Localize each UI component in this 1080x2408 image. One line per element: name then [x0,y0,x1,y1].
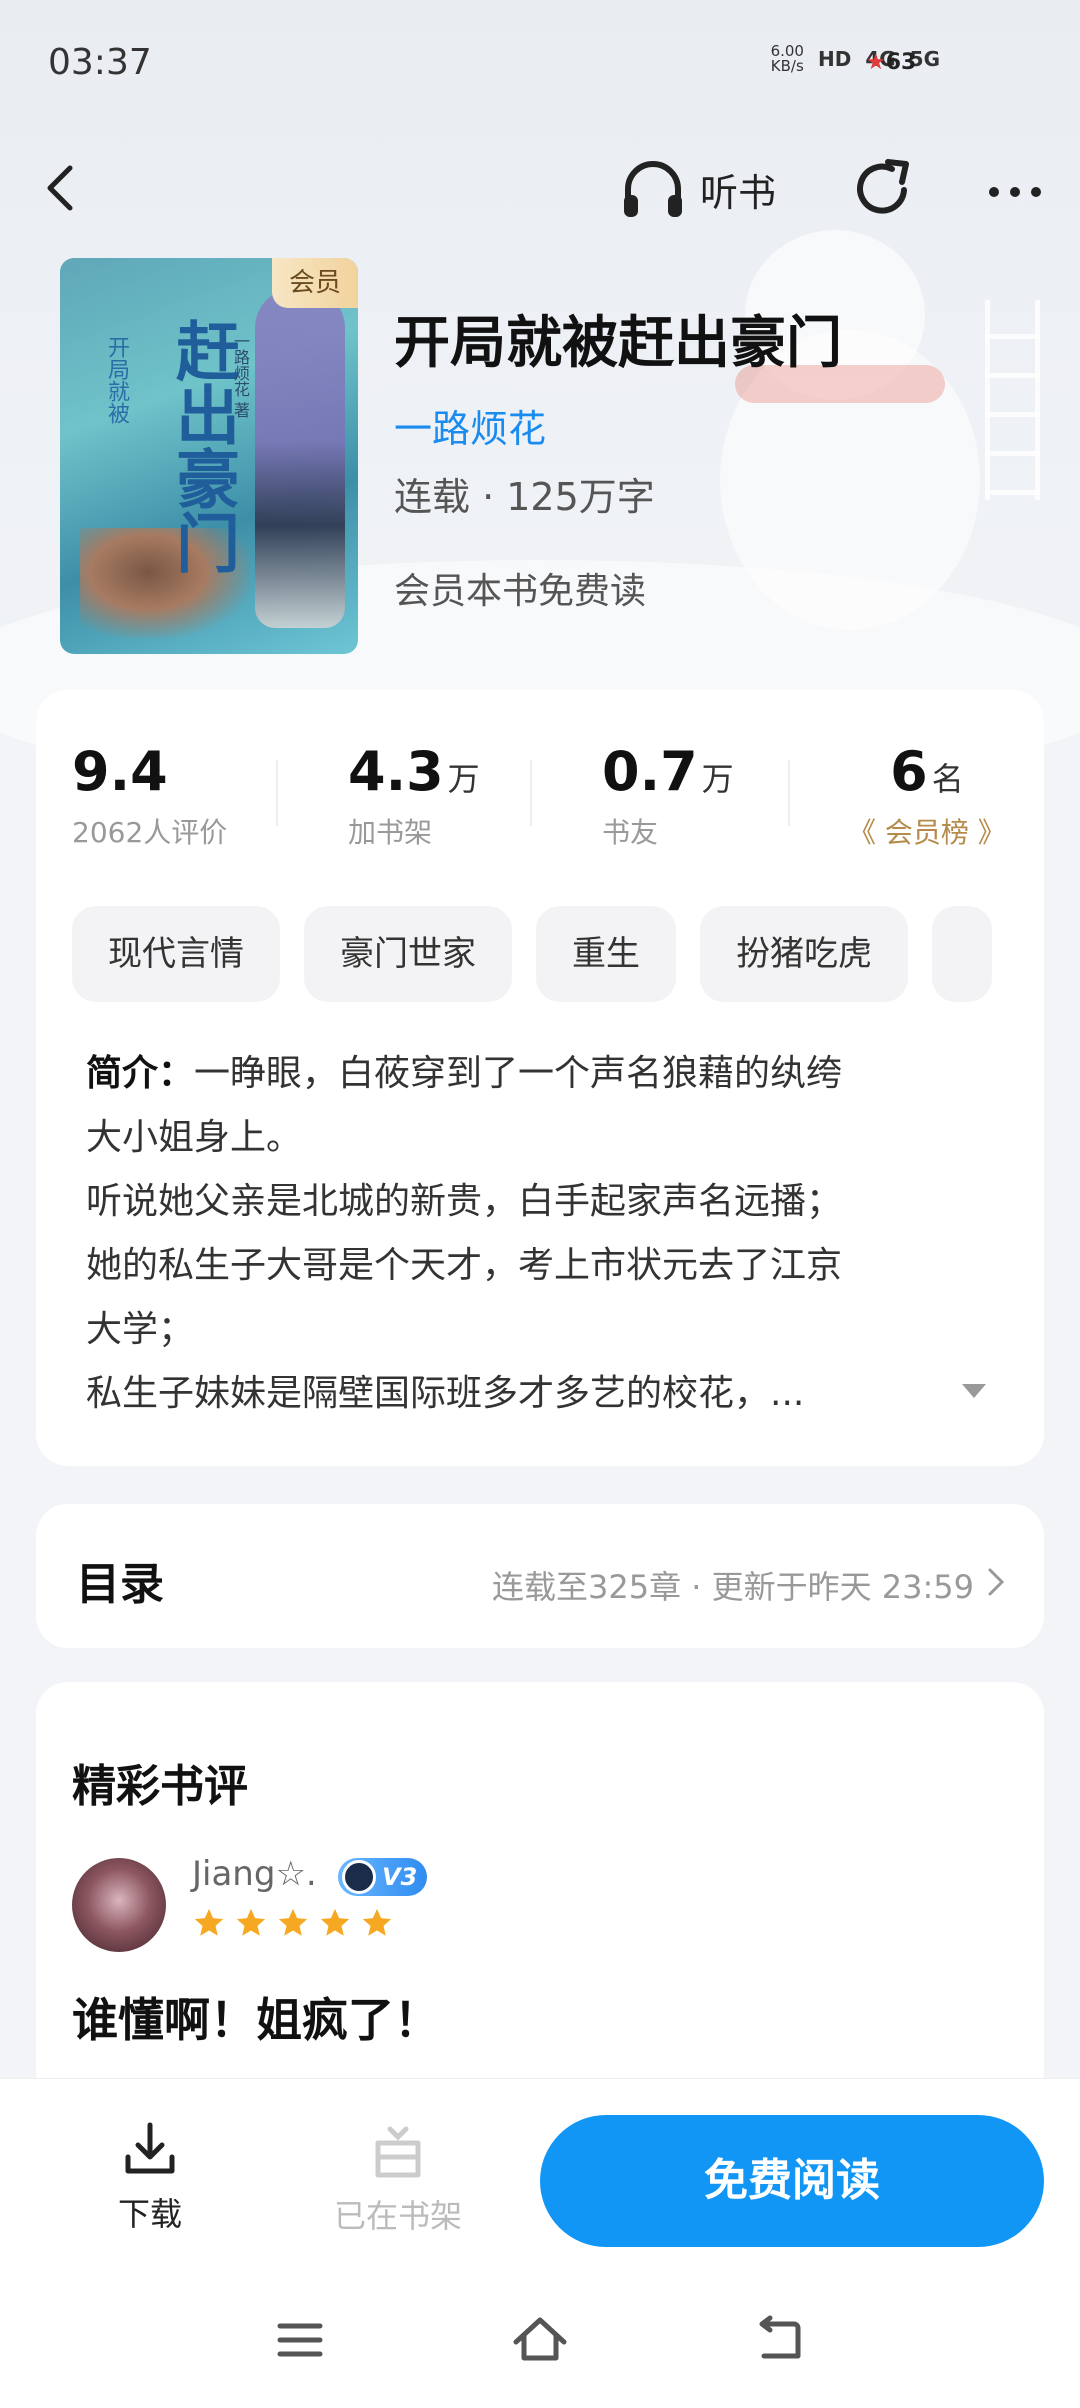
back-nav-icon[interactable] [750,2310,810,2370]
ladder-decoration [985,300,1040,500]
tag-item[interactable]: 扮猪吃虎 [700,906,908,1002]
book-title: 开局就被赶出豪门 [394,311,842,376]
share-icon [857,159,909,214]
divider [788,760,790,826]
cover-title: 赶出豪门 [165,318,240,574]
divider [530,760,532,826]
tag-item[interactable]: 现代言情 [72,906,280,1002]
more-dots-icon [989,187,1041,197]
synopsis[interactable]: 简介：一睁眼，白莜穿到了一个声名狼藉的纨绔 大小姐身上。 听说她父亲是北城的新贵… [86,1042,1006,1426]
bookshelf-button[interactable]: 已在书架 [318,2123,478,2237]
toc-title: 目录 [76,1559,164,1610]
rating-stars [192,1906,394,1940]
book-meta: 连载 · 125万字 [394,475,655,519]
bookshelf-icon [375,2126,421,2178]
chevron-right-icon [988,1568,1005,1596]
stats-row: 9.4 2062人评价 4.3 万 加书架 0.7 万 书友 6名 《 会员榜 》 [36,740,1044,860]
star-icon [194,1908,224,1936]
stat-ranking[interactable]: 6名 《 会员榜 》 [848,740,1006,851]
review-username[interactable]: Jiang☆. [192,1854,317,1894]
download-label: 下载 [117,2195,182,2233]
penguin-icon [342,1860,376,1894]
reviews-card: 精彩书评 Jiang☆. V3 谁懂啊！姐疯了！ [36,1682,1044,2102]
triangle-down-icon [962,1384,986,1398]
table-of-contents[interactable]: 目录 连载至325章 · 更新于昨天 23:59 [36,1504,1044,1648]
back-button[interactable] [36,158,86,218]
cover-illustration-boy [255,288,345,628]
reviews-title: 精彩书评 [72,1761,248,1812]
top-nav: 听书 [0,140,1080,240]
synopsis-label: 简介： [86,1053,195,1094]
book-cover[interactable]: 开局就被 赶出豪门 一路烦花 著 会员 [60,258,358,654]
cover-subtitle: 开局就被 [104,336,129,424]
cover-author: 一路烦花 著 [231,333,250,419]
battery-icon: ★ [866,50,886,75]
stat-shelf[interactable]: 4.3 万 加书架 [348,740,480,851]
share-button[interactable] [848,154,918,224]
genre-tags: 现代言情 豪门世家 重生 扮猪吃虎 [72,906,1044,1002]
star-icon [278,1908,308,1936]
system-navigation [0,2290,1080,2390]
toc-update-info: 连载至325章 · 更新于昨天 23:59 [492,1568,974,1606]
menu-icon[interactable] [270,2310,330,2370]
tag-item-overflow[interactable] [932,906,992,1002]
home-icon[interactable] [510,2310,570,2370]
listen-button[interactable]: 听书 [618,154,776,224]
vip-badge: 会员 [272,258,358,308]
download-button[interactable]: 下载 [90,2119,210,2235]
avatar[interactable] [72,1858,166,1952]
download-icon [125,2122,175,2174]
star-icon [362,1908,392,1936]
review-text[interactable]: 谁懂啊！姐疯了！ [72,1984,440,2050]
chevron-left-icon [47,165,73,211]
status-time: 03:37 [48,42,152,83]
author-link[interactable]: 一路烦花 [394,398,546,453]
user-level-badge: V3 [338,1858,428,1896]
battery-indicator: ★63 [866,50,917,75]
bookshelf-label: 已在书架 [333,2197,462,2235]
free-read-note: 会员本书免费读 [394,571,647,612]
listen-label: 听书 [700,170,777,215]
expand-synopsis-button[interactable] [954,1376,994,1406]
headphones-icon [624,161,682,217]
free-read-button[interactable]: 免费阅读 [540,2115,1044,2247]
network-speed: 6.00 KB/s [770,42,804,75]
divider [276,760,278,826]
book-info-card: 9.4 2062人评价 4.3 万 加书架 0.7 万 书友 6名 《 会员榜 》 … [36,690,1044,1466]
star-icon [236,1908,266,1936]
status-bar: 03:37 6.00 KB/s HD 4G 5G ★63 [0,0,1080,120]
star-icon [320,1908,350,1936]
stat-rating[interactable]: 9.4 2062人评价 [72,740,227,851]
tag-item[interactable]: 豪门世家 [304,906,512,1002]
stat-friends[interactable]: 0.7 万 书友 [602,740,734,851]
more-button[interactable] [980,154,1050,224]
hd-icon: HD [817,47,852,71]
tag-item[interactable]: 重生 [536,906,676,1002]
